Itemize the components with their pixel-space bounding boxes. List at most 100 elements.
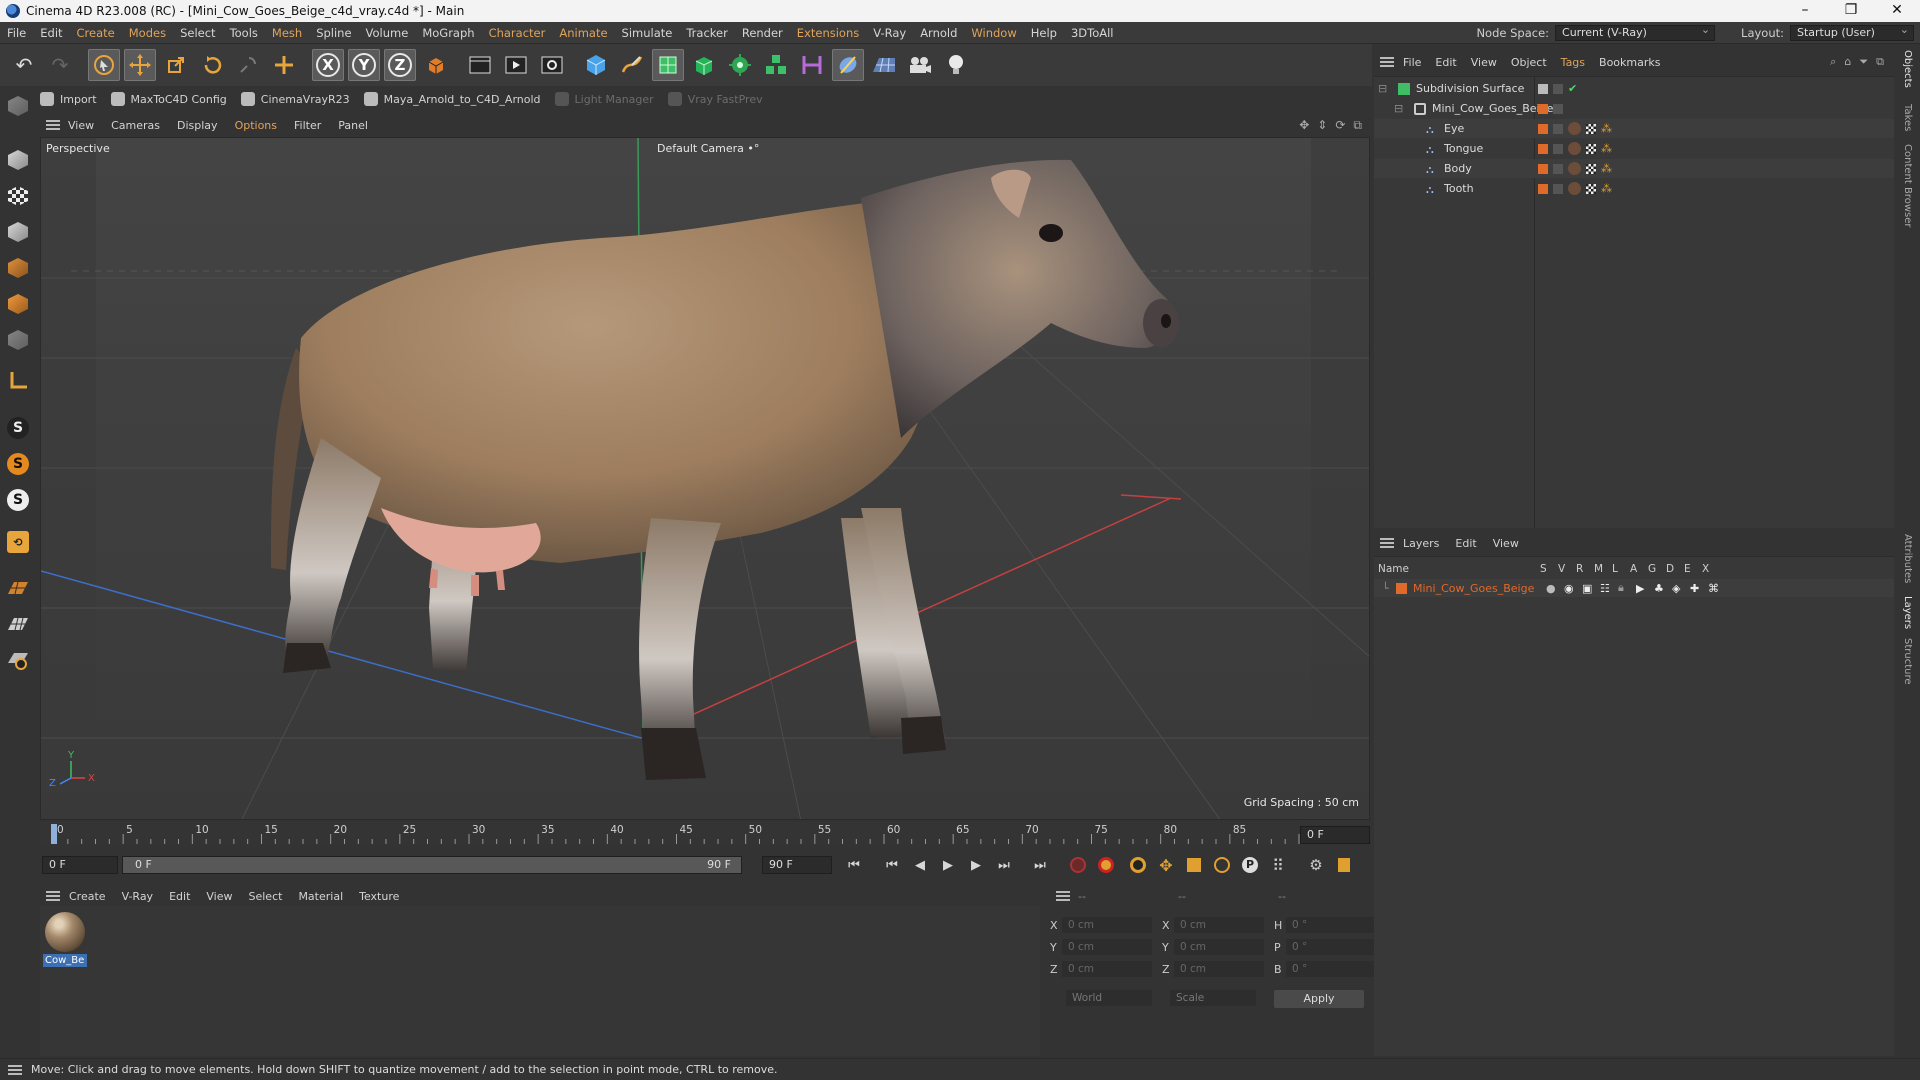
pen-icon[interactable] (616, 49, 648, 81)
timeline-window-icon[interactable]: ⚙ (1304, 854, 1328, 876)
render-settings-icon[interactable] (536, 49, 568, 81)
uvw-tag-icon[interactable] (1586, 143, 1596, 154)
coordinates-menu-icon[interactable] (1056, 891, 1070, 901)
grid-icon[interactable] (4, 610, 32, 638)
xref-icon[interactable]: ⌘ (1708, 582, 1726, 595)
timeline-ruler[interactable]: 051015202530354045505560657075808590 (40, 822, 1330, 846)
pla-key-icon[interactable]: ⠿ (1266, 854, 1290, 876)
quantize-icon[interactable]: S (4, 486, 32, 514)
visibility-dots-icon[interactable] (1553, 83, 1563, 94)
viewport-menu-options[interactable]: Options (235, 119, 277, 132)
collapse-icon[interactable]: ⊟ (1378, 82, 1398, 95)
texture-mode-icon[interactable] (4, 182, 32, 210)
record-icon[interactable] (1066, 854, 1090, 876)
menu-edit[interactable]: Edit (33, 26, 69, 40)
object-menu-view[interactable]: View (1471, 56, 1497, 69)
layer-color-icon[interactable] (1538, 143, 1548, 154)
layer-row[interactable]: └ Mini_Cow_Goes_Beige ● ◉ ▣ ☷ 🔒︎ ▶ ♣ ◈ ✚… (1374, 579, 1894, 597)
layer-name[interactable]: Mini_Cow_Goes_Beige (1413, 582, 1546, 595)
menu-simulate[interactable]: Simulate (615, 26, 680, 40)
subdivision-icon[interactable] (652, 49, 684, 81)
object-menu-object[interactable]: Object (1511, 56, 1547, 69)
light-manager-button[interactable]: Light Manager (554, 92, 654, 106)
extrude-icon[interactable] (688, 49, 720, 81)
material-menu-vray[interactable]: V-Ray (122, 890, 154, 903)
material-menu-create[interactable]: Create (69, 890, 106, 903)
render-view-icon[interactable] (464, 49, 496, 81)
visibility-dots-icon[interactable] (1553, 163, 1563, 174)
position-key-icon[interactable]: ✥ (1154, 854, 1178, 876)
animation-play-icon[interactable]: ▶ (1636, 582, 1654, 595)
object-row[interactable]: ⛬ Body ⁂ (1374, 159, 1894, 178)
menu-volume[interactable]: Volume (359, 26, 416, 40)
menu-tools[interactable]: Tools (223, 26, 265, 40)
uv-mode-icon[interactable] (4, 326, 32, 354)
size-mode-dropdown[interactable]: Scale (1170, 990, 1256, 1006)
menu-animate[interactable]: Animate (552, 26, 614, 40)
object-row[interactable]: ⊟ Subdivision Surface ✔ (1374, 79, 1894, 98)
restore-button[interactable]: ❐ (1828, 0, 1874, 22)
lock-icon[interactable]: 🔒︎ (1618, 581, 1636, 595)
uvw-tag-icon[interactable] (1586, 123, 1596, 134)
snap-settings-icon[interactable]: S (4, 450, 32, 478)
floor-icon[interactable] (868, 49, 900, 81)
viewport-menu-icon[interactable] (46, 120, 60, 130)
points-mode-icon[interactable] (4, 218, 32, 246)
coordinate-system-icon[interactable] (420, 49, 452, 81)
layer-color-icon[interactable] (1538, 183, 1548, 194)
scale-key-icon[interactable] (1182, 854, 1206, 876)
end-frame-field[interactable]: 90 F (762, 856, 832, 874)
collapse-icon[interactable]: ⊟ (1394, 102, 1414, 115)
menu-render[interactable]: Render (735, 26, 790, 40)
start-frame-field[interactable]: 0 F (42, 856, 118, 874)
redo-icon[interactable]: ↷ (44, 49, 76, 81)
viewport-menu-filter[interactable]: Filter (294, 119, 321, 132)
deformer-icon[interactable] (796, 49, 828, 81)
minimize-button[interactable]: – (1782, 0, 1828, 22)
add-icon[interactable] (268, 49, 300, 81)
visibility-dots-icon[interactable] (1553, 103, 1563, 114)
menu-mograph[interactable]: MoGraph (415, 26, 481, 40)
array-icon[interactable] (760, 49, 792, 81)
tab-objects[interactable]: Objects (1902, 50, 1913, 88)
layers-menu-view[interactable]: View (1493, 537, 1519, 550)
go-to-start-icon[interactable]: ⏮ (842, 854, 866, 876)
playhead[interactable] (51, 824, 57, 844)
deformer-icon[interactable]: ◈ (1672, 582, 1690, 595)
object-menu-file[interactable]: File (1403, 56, 1421, 69)
material-tag-icon[interactable] (1568, 162, 1581, 175)
layer-flag-icon[interactable] (1538, 83, 1548, 94)
material-tag-icon[interactable] (1568, 142, 1581, 155)
tweak-mode-icon[interactable]: ⟲ (4, 528, 32, 556)
selection-tag-icon[interactable]: ⁂ (1601, 162, 1612, 175)
size-x-field[interactable]: 0 cm (1174, 917, 1264, 933)
new-window-icon[interactable]: ⧉ (1876, 55, 1884, 69)
enabled-check-icon[interactable]: ✔ (1568, 82, 1577, 95)
scale-icon[interactable] (160, 49, 192, 81)
menu-extensions[interactable]: Extensions (790, 26, 866, 40)
vray-fastprev-button[interactable]: Vray FastPrev (667, 92, 763, 106)
layers-menu-edit[interactable]: Edit (1455, 537, 1476, 550)
layer-color-swatch[interactable] (1396, 582, 1407, 594)
selection-tag-icon[interactable]: ⁂ (1601, 182, 1612, 195)
y-axis-icon[interactable]: Y (348, 49, 380, 81)
material-menu-texture[interactable]: Texture (359, 890, 399, 903)
make-editable-icon[interactable] (4, 92, 32, 120)
object-menu-icon[interactable] (1380, 57, 1394, 67)
node-space-dropdown[interactable]: Current (V-Ray) (1555, 23, 1716, 41)
material-menu-view[interactable]: View (206, 890, 232, 903)
rotation-key-icon[interactable] (1210, 854, 1234, 876)
size-z-field[interactable]: 0 cm (1174, 961, 1264, 977)
layout-dropdown[interactable]: Startup (User) (1790, 23, 1914, 41)
live-select-icon[interactable] (232, 49, 264, 81)
visibility-dots-icon[interactable] (1553, 183, 1563, 194)
eye-icon[interactable]: ◉ (1564, 582, 1582, 595)
rotation-h-field[interactable]: 0 ° (1286, 917, 1376, 933)
object-row[interactable]: ⛬ Tooth ⁂ (1374, 179, 1894, 198)
menu-mesh[interactable]: Mesh (265, 26, 309, 40)
material-tag-icon[interactable] (1568, 122, 1581, 135)
light-icon[interactable] (940, 49, 972, 81)
rotate-icon[interactable] (196, 49, 228, 81)
play-icon[interactable]: ▶ (936, 854, 960, 876)
home-icon[interactable]: ⌂ (1844, 55, 1851, 69)
